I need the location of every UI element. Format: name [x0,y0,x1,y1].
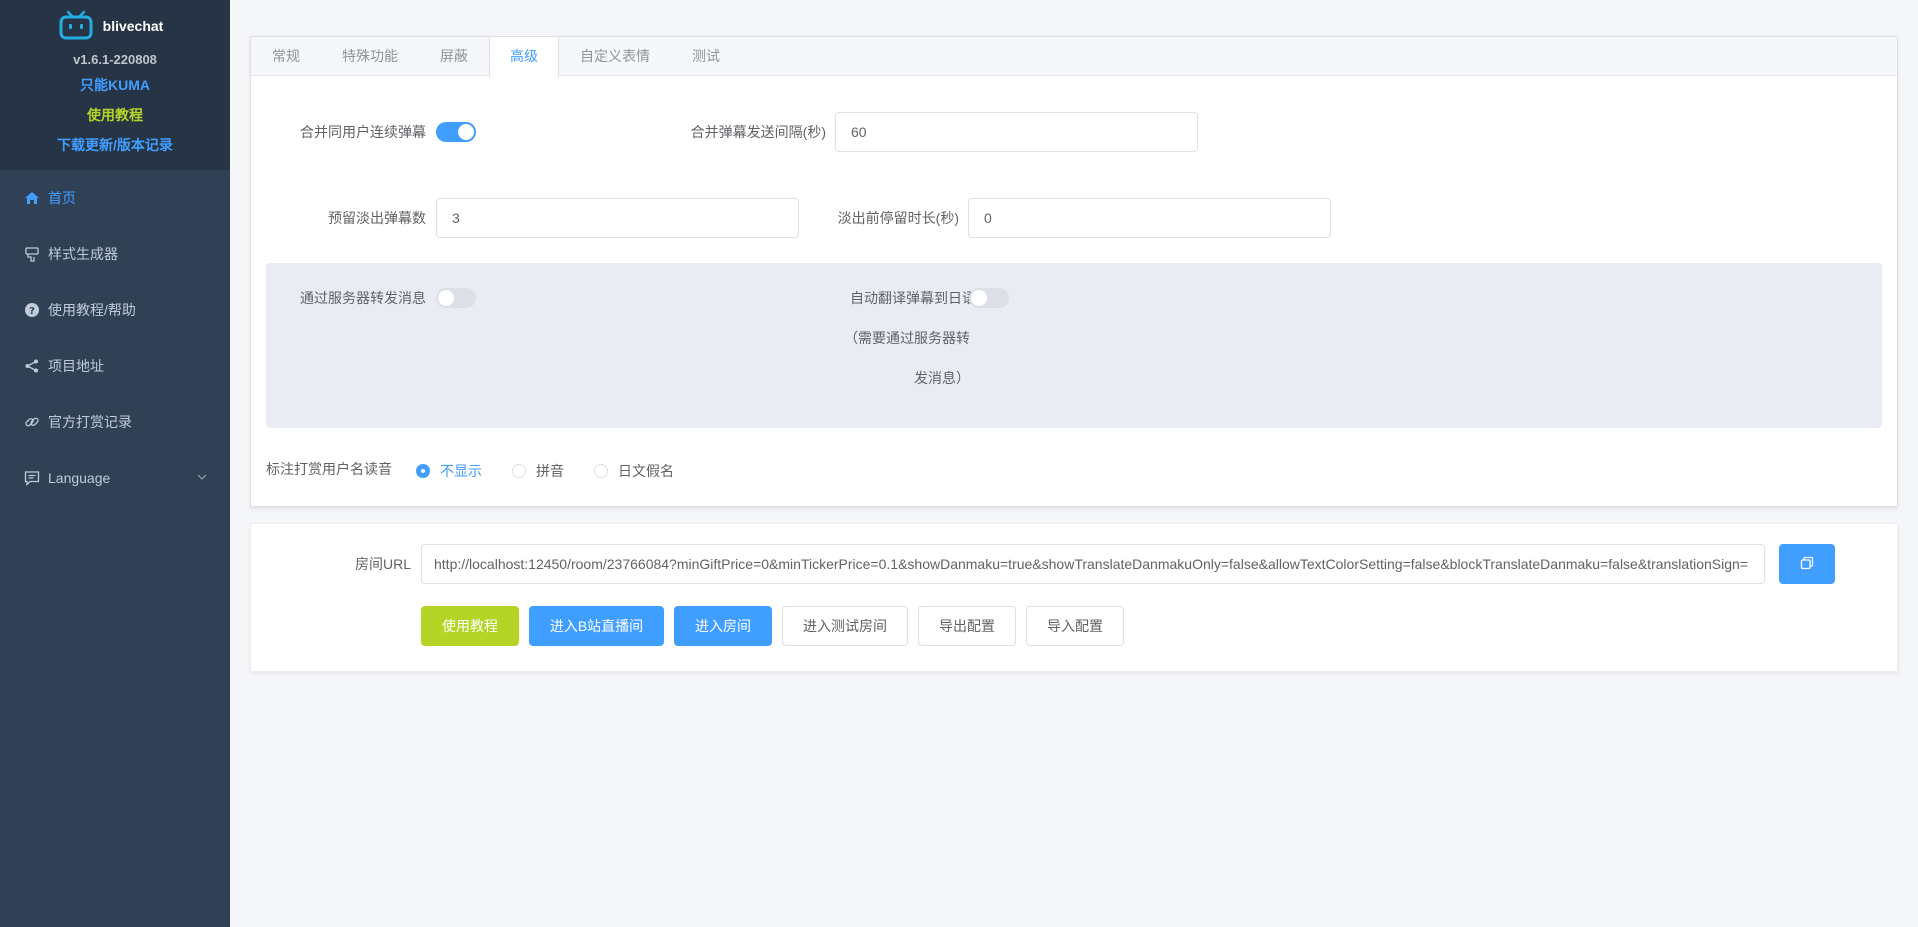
kuma-link[interactable]: 只能KUMA [0,70,230,100]
sidebar-item-help[interactable]: ? 使用教程/帮助 [0,282,230,338]
copy-icon [1800,556,1814,573]
fade-duration-input[interactable] [968,198,1331,238]
merge-interval-label: 合并弹幕发送间隔(秒) [690,124,826,140]
server-options-panel: 通过服务器转发消息 自动翻译弹幕到日语 （需要通过服务器转 发消息） [266,263,1882,428]
tutorial-link[interactable]: 使用教程 [0,100,230,130]
version-label: v1.6.1-220808 [73,52,157,67]
enter-bili-room-button[interactable]: 进入B站直播间 [529,606,664,646]
merge-interval-input[interactable] [835,112,1198,152]
relay-switch[interactable] [436,288,476,308]
reading-option-none[interactable]: 不显示 [416,461,482,481]
translate-note-line2: 发消息） [914,370,970,386]
switch-knob [458,124,474,140]
tab-emoticons[interactable]: 自定义表情 [559,37,671,76]
reading-option-kana[interactable]: 日文假名 [594,461,674,481]
share-icon [24,358,40,374]
sidebar-item-label: 样式生成器 [48,246,118,262]
enter-test-room-button[interactable]: 进入测试房间 [782,606,908,646]
switch-knob [971,290,987,306]
import-config-button[interactable]: 导入配置 [1026,606,1124,646]
sidebar-item-donations[interactable]: 官方打赏记录 [0,394,230,450]
relay-label: 通过服务器转发消息 [300,290,426,306]
reserve-danmaku-label: 预留淡出弹幕数 [328,210,426,226]
brush-icon [24,246,40,262]
brand[interactable]: blivechat [0,10,230,42]
question-icon: ? [24,302,40,318]
radio-dot [512,464,526,478]
tab-general[interactable]: 常规 [251,37,321,76]
home-icon [24,190,40,206]
message-icon [24,470,40,486]
merge-danmaku-switch[interactable] [436,122,476,142]
room-url-card: 房间URL 使用教程 进入B站直播间 进入房间 进入测试房间 导出配置 导入配置 [250,523,1898,672]
reading-label: 标注打赏用户名读音 [266,461,392,477]
settings-tabs: 常规 特殊功能 屏蔽 高级 自定义表情 测试 [251,37,1897,77]
settings-card: 常规 特殊功能 屏蔽 高级 自定义表情 测试 合并同用户连续弹幕 合并弹幕发送间… [250,36,1898,507]
translate-label: 自动翻译弹幕到日语 [850,290,976,306]
svg-text:?: ? [29,306,35,317]
sidebar-header: blivechat v1.6.1-220808 只能KUMA 使用教程 下载更新… [0,0,230,170]
switch-knob [438,290,454,306]
translate-switch[interactable] [969,288,1009,308]
room-url-label: 房间URL [354,556,411,572]
radio-dot [416,464,430,478]
sidebar-item-label: 首页 [48,190,76,206]
sidebar-item-label: 使用教程/帮助 [48,302,136,318]
sidebar-item-style-generator[interactable]: 样式生成器 [0,226,230,282]
reserve-danmaku-input[interactable] [436,198,799,238]
translate-note-line1: （需要通过服务器转 [844,330,970,346]
sidebar-item-label: 项目地址 [48,358,104,374]
sidebar: blivechat v1.6.1-220808 只能KUMA 使用教程 下载更新… [0,0,230,927]
sidebar-item-home[interactable]: 首页 [0,170,230,226]
fade-duration-label: 淡出前停留时长(秒) [837,210,959,226]
tutorial-button[interactable]: 使用教程 [421,606,519,646]
tab-test[interactable]: 测试 [671,37,741,76]
enter-room-button[interactable]: 进入房间 [674,606,772,646]
room-url-input[interactable] [421,544,1765,584]
sidebar-menu: 首页 样式生成器 ? 使用教程/帮助 项目地址 官方打赏记录 Language [0,170,230,506]
radio-dot [594,464,608,478]
bilibili-tv-logo-icon [59,10,93,43]
tab-advanced[interactable]: 高级 [489,37,559,77]
radio-label: 拼音 [536,463,564,479]
tab-block[interactable]: 屏蔽 [419,37,489,76]
brand-name: blivechat [102,18,164,34]
sidebar-item-label: 官方打赏记录 [48,414,132,430]
chevron-down-icon [196,470,208,486]
radio-label: 不显示 [440,463,482,479]
copy-url-button[interactable] [1779,544,1835,584]
reading-option-pinyin[interactable]: 拼音 [512,461,564,481]
merge-danmaku-label: 合并同用户连续弹幕 [300,124,426,140]
export-config-button[interactable]: 导出配置 [918,606,1016,646]
radio-label: 日文假名 [618,463,674,479]
sidebar-item-project[interactable]: 项目地址 [0,338,230,394]
sidebar-item-language[interactable]: Language [0,450,230,506]
download-link[interactable]: 下载更新/版本记录 [0,130,230,160]
link-icon [24,414,40,430]
sidebar-item-label: Language [48,470,111,486]
tab-special[interactable]: 特殊功能 [321,37,419,76]
